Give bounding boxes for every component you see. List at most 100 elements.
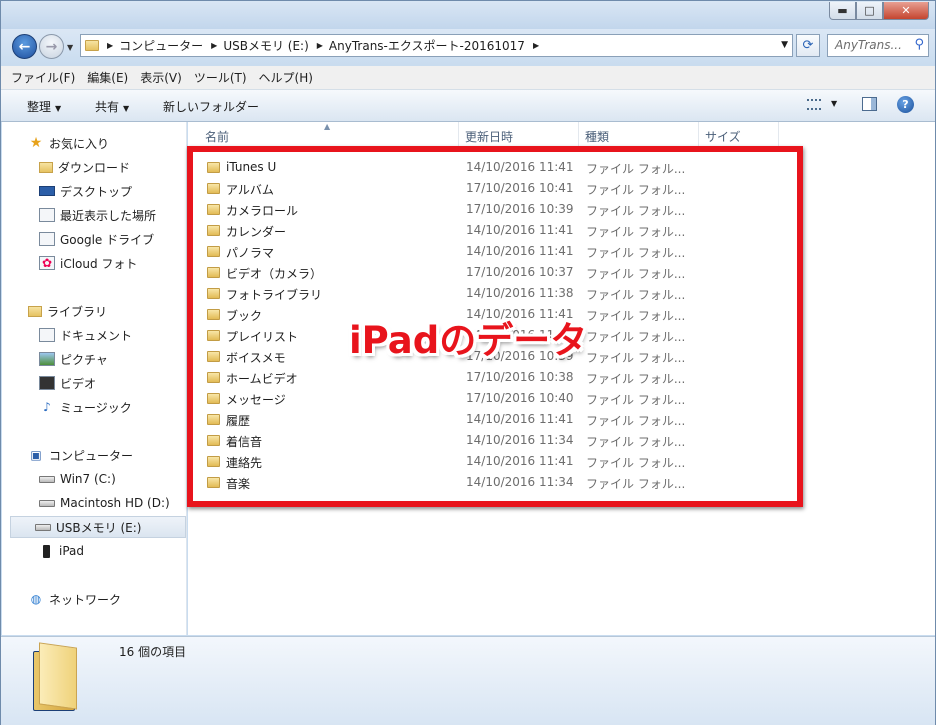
file-date: 14/10/2016 11:34 — [466, 433, 574, 447]
back-button[interactable]: ← — [12, 34, 37, 59]
new-folder-button[interactable]: 新しいフォルダー — [163, 98, 259, 115]
nav-label: デスクトップ — [60, 184, 133, 199]
address-bar[interactable]: ▶ コンピューター ▶ USBメモリ (E:) ▶ AnyTrans-エクスポー… — [80, 34, 793, 57]
folder-icon — [207, 162, 220, 173]
file-name: 履歴 — [226, 414, 251, 428]
file-name: カレンダー — [226, 225, 287, 239]
file-row[interactable]: カメラロール 17/10/2016 10:39 ファイル フォル... — [188, 199, 788, 220]
nav-desktop[interactable]: デスクトップ — [39, 180, 132, 202]
forward-button[interactable]: → — [39, 34, 64, 59]
file-type: ファイル フォル... — [586, 183, 686, 197]
file-name: 着信音 — [226, 435, 263, 449]
close-button[interactable]: ✕ — [883, 2, 929, 20]
nav-drive-e[interactable]: USBメモリ (E:) — [10, 516, 186, 538]
breadcrumb-anytrans-export[interactable]: AnyTrans-エクスポート-20161017 — [329, 37, 525, 54]
recent-pages-dropdown-icon[interactable]: ▼ — [67, 43, 73, 52]
nav-ipad[interactable]: iPad — [39, 540, 84, 562]
organize-button[interactable]: 整理 ▼ — [27, 98, 61, 115]
menu-view[interactable]: 表示(V) — [140, 69, 182, 86]
nav-computer[interactable]: ▣ コンピューター — [28, 444, 133, 466]
view-dropdown-icon[interactable]: ▼ — [831, 99, 837, 108]
menu-file[interactable]: ファイル(F) — [11, 69, 75, 86]
share-button[interactable]: 共有 ▼ — [95, 98, 129, 115]
caption-buttons: ▬ □ ✕ — [829, 2, 929, 20]
column-header-type[interactable]: 種類 — [579, 122, 699, 146]
file-row[interactable]: メッセージ 17/10/2016 10:40 ファイル フォル... — [188, 388, 788, 409]
chevron-right-icon[interactable]: ▶ — [533, 41, 539, 50]
nav-label: 最近表示した場所 — [60, 208, 157, 223]
nav-libraries[interactable]: ライブラリ — [28, 300, 107, 322]
breadcrumb-computer[interactable]: コンピューター — [119, 37, 203, 54]
pictures-icon — [39, 352, 55, 366]
nav-icloud-photos[interactable]: ✿ iCloud フォト — [39, 252, 137, 274]
file-type: ファイル フォル... — [586, 372, 686, 386]
file-date: 14/10/2016 11:34 — [466, 475, 574, 489]
nav-drive-c[interactable]: Win7 (C:) — [39, 468, 116, 490]
chevron-right-icon[interactable]: ▶ — [317, 41, 323, 50]
nav-music[interactable]: ♪ ミュージック — [39, 396, 132, 418]
nav-network[interactable]: ◍ ネットワーク — [28, 588, 121, 610]
refresh-button[interactable]: ⟳ — [796, 34, 820, 57]
folder-icon — [207, 183, 220, 194]
view-options-icon[interactable] — [807, 99, 821, 110]
annotation-label: iPadのデータ — [349, 319, 588, 362]
refresh-icon: ⟳ — [802, 38, 814, 53]
file-date: 14/10/2016 11:38 — [466, 286, 574, 300]
search-icon[interactable]: ⚲ — [914, 37, 924, 52]
file-row[interactable]: 履歴 14/10/2016 11:41 ファイル フォル... — [188, 409, 788, 430]
nav-downloads[interactable]: ダウンロード — [39, 156, 130, 178]
videos-icon — [39, 376, 55, 390]
minimize-button[interactable]: ▬ — [829, 2, 856, 20]
nav-documents[interactable]: ドキュメント — [39, 324, 132, 346]
folder-icon — [85, 40, 99, 51]
folder-icon — [207, 288, 220, 299]
folder-icon — [207, 225, 220, 236]
column-header-name[interactable]: 名前 — [199, 122, 459, 146]
file-row[interactable]: 着信音 14/10/2016 11:34 ファイル フォル... — [188, 430, 788, 451]
nav-google-drive[interactable]: Google ドライブ — [39, 228, 154, 250]
chevron-right-icon[interactable]: ▶ — [107, 41, 113, 50]
title-bar[interactable]: ▬ □ ✕ — [1, 1, 935, 29]
preview-pane-icon[interactable] — [862, 97, 877, 111]
file-row[interactable]: フォトライブラリ 14/10/2016 11:38 ファイル フォル... — [188, 283, 788, 304]
nav-favorites[interactable]: ★ お気に入り — [28, 132, 109, 154]
menu-help[interactable]: ヘルプ(H) — [259, 69, 313, 86]
nav-recent-places[interactable]: 最近表示した場所 — [39, 204, 156, 226]
folder-icon — [207, 330, 220, 341]
file-date: 14/10/2016 11:41 — [466, 244, 574, 258]
help-icon[interactable]: ? — [897, 96, 914, 113]
chevron-right-icon[interactable]: ▶ — [211, 41, 217, 50]
nav-videos[interactable]: ビデオ — [39, 372, 96, 394]
menu-edit[interactable]: 編集(E) — [87, 69, 128, 86]
column-header-date[interactable]: 更新日時 — [459, 122, 579, 146]
network-icon: ◍ — [30, 592, 42, 606]
folder-icon — [33, 642, 77, 711]
nav-drive-d[interactable]: Macintosh HD (D:) — [39, 492, 170, 514]
file-row[interactable]: ホームビデオ 17/10/2016 10:38 ファイル フォル... — [188, 367, 788, 388]
file-type: ファイル フォル... — [586, 477, 686, 491]
nav-label: Google ドライブ — [60, 232, 155, 247]
file-row[interactable]: パノラマ 14/10/2016 11:41 ファイル フォル... — [188, 241, 788, 262]
file-date: 14/10/2016 11:41 — [466, 454, 574, 468]
file-row[interactable]: iTunes U 14/10/2016 11:41 ファイル フォル... — [188, 157, 788, 178]
file-row[interactable]: ビデオ（カメラ） 17/10/2016 10:37 ファイル フォル... — [188, 262, 788, 283]
breadcrumb-usb-drive[interactable]: USBメモリ (E:) — [223, 37, 308, 54]
file-row[interactable]: 音楽 14/10/2016 11:34 ファイル フォル... — [188, 472, 788, 493]
nav-label: iCloud フォト — [60, 256, 138, 271]
library-icon — [28, 305, 42, 317]
star-icon: ★ — [29, 135, 43, 151]
column-header-size[interactable]: サイズ — [699, 122, 779, 146]
file-row[interactable]: アルバム 17/10/2016 10:41 ファイル フォル... — [188, 178, 788, 199]
menu-tools[interactable]: ツール(T) — [194, 69, 247, 86]
nav-pictures[interactable]: ピクチャ — [39, 348, 108, 370]
file-row[interactable]: カレンダー 14/10/2016 11:41 ファイル フォル... — [188, 220, 788, 241]
file-type: ファイル フォル... — [586, 393, 686, 407]
organize-label: 整理 — [27, 100, 52, 114]
file-row[interactable]: 連絡先 14/10/2016 11:41 ファイル フォル... — [188, 451, 788, 472]
file-type: ファイル フォル... — [586, 225, 686, 239]
maximize-button[interactable]: □ — [856, 2, 883, 20]
address-dropdown-icon[interactable]: ▼ — [781, 40, 788, 50]
search-input[interactable]: AnyTrans... ⚲ — [827, 34, 929, 57]
nav-label: ドキュメント — [60, 328, 133, 343]
folder-icon — [207, 372, 220, 383]
